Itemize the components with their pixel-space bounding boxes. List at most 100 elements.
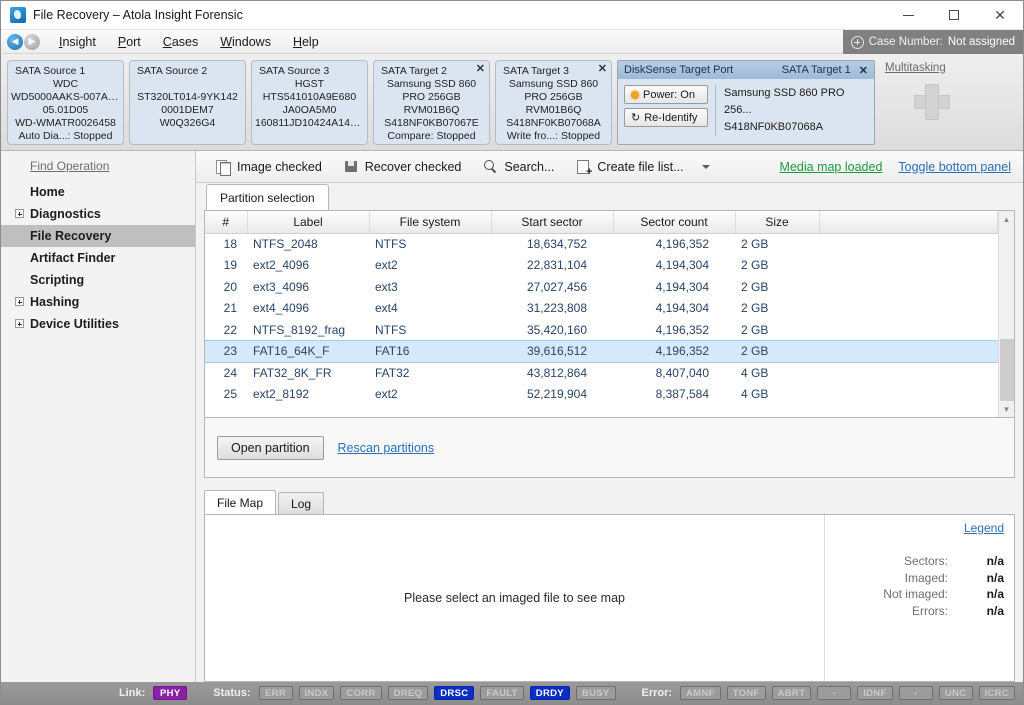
menu-item-help[interactable]: Help: [282, 32, 330, 52]
power-button[interactable]: Power: On: [624, 85, 708, 104]
device-card-sata-source-2[interactable]: SATA Source 2 ST320LT014-9YK142 0001DEM7…: [129, 60, 246, 145]
device-card-sata-source-1[interactable]: SATA Source 1 WDC WD5000AAKS-007AA0 05.0…: [7, 60, 124, 145]
scroll-up-icon[interactable]: ▲: [999, 211, 1015, 227]
search-button[interactable]: Search...: [475, 156, 562, 177]
column-header-file-system[interactable]: File system: [369, 211, 492, 234]
sidebar-item-home[interactable]: Home: [1, 181, 195, 203]
media-map-loaded-link[interactable]: Media map loaded: [780, 160, 883, 174]
device-line: JA0OA5M0: [282, 104, 337, 116]
column-header-size[interactable]: Size: [735, 211, 820, 234]
expand-icon[interactable]: [15, 297, 24, 306]
table-row[interactable]: 19 ext2_4096 ext2 22,831,104 4,194,304 2…: [205, 255, 998, 277]
scrollbar-track[interactable]: [999, 227, 1015, 401]
column-header-num[interactable]: #: [205, 211, 248, 234]
menu-item-port[interactable]: Port: [107, 32, 152, 52]
close-icon[interactable]: ✕: [476, 63, 485, 76]
close-button[interactable]: ✕: [977, 1, 1023, 30]
disksense-target-port-panel[interactable]: DiskSense Target Port SATA Target 1 ✕ Po…: [617, 60, 875, 145]
port-device-serial: S418NF0KB07068A: [724, 121, 824, 133]
error-chip-reserved-1: -: [817, 686, 852, 700]
stat-row: Errors: n/a: [825, 603, 1004, 620]
error-chip-idnf: IDNF: [857, 686, 893, 700]
table-row[interactable]: 25 ext2_8192 ext2 52,219,904 8,387,584 4…: [205, 384, 998, 406]
table-row[interactable]: 20 ext3_4096 ext3 27,027,456 4,194,304 2…: [205, 276, 998, 298]
content-area: Image checked Recover checked Search... …: [196, 151, 1023, 682]
device-card-sata-source-3[interactable]: SATA Source 3 HGST HTS541010A9E680 JA0OA…: [251, 60, 368, 145]
status-bar: Link: PHY Status: ERR INDX CORR DREQ DRS…: [1, 682, 1023, 704]
sidebar: Find Operation Home Diagnostics File Rec…: [1, 151, 196, 682]
cell-file-system: ext2: [375, 387, 398, 402]
sidebar-item-hashing[interactable]: Hashing: [1, 291, 195, 313]
device-line: S418NF0KB07068A: [506, 117, 601, 129]
table-row[interactable]: 24 FAT32_8K_FR FAT32 43,812,864 8,407,04…: [205, 362, 998, 384]
cell-start-sector: 18,634,752: [526, 237, 587, 251]
open-partition-button[interactable]: Open partition: [217, 435, 324, 460]
error-chip-abrt: ABRT: [771, 686, 812, 700]
chevron-down-icon[interactable]: [701, 164, 710, 169]
sidebar-item-artifact-finder[interactable]: Artifact Finder: [1, 247, 195, 269]
status-chip-err: ERR: [258, 686, 293, 700]
minimize-button[interactable]: [885, 1, 931, 30]
column-header-sector-count[interactable]: Sector count: [613, 211, 736, 234]
back-arrow-icon[interactable]: ◀: [7, 33, 23, 50]
tab-file-map[interactable]: File Map: [204, 490, 277, 514]
forward-arrow-icon[interactable]: ▶: [24, 33, 40, 50]
scroll-down-icon[interactable]: ▼: [999, 401, 1015, 417]
legend-link[interactable]: Legend: [825, 521, 1004, 535]
cell-sector-count: 8,387,584: [655, 387, 709, 402]
scrollbar-thumb[interactable]: [999, 339, 1014, 401]
cell-num: 21: [223, 301, 237, 316]
sidebar-item-label: Home: [30, 185, 65, 199]
port-panel-header: DiskSense Target Port SATA Target 1 ✕: [618, 61, 874, 79]
maximize-button[interactable]: [931, 1, 977, 30]
sidebar-item-scripting[interactable]: Scripting: [1, 269, 195, 291]
rescan-partitions-link[interactable]: Rescan partitions: [338, 441, 435, 455]
re-identify-button[interactable]: ↻ Re-Identify: [624, 108, 708, 127]
tab-partition-selection[interactable]: Partition selection: [206, 184, 329, 210]
stat-value: n/a: [986, 570, 1004, 585]
device-card-sata-target-2[interactable]: SATA Target 2 ✕ Samsung SSD 860 PRO 256G…: [373, 60, 490, 145]
plus-circle-icon: [850, 35, 864, 49]
status-label: Status:: [213, 687, 251, 699]
sidebar-item-file-recovery[interactable]: File Recovery: [1, 225, 195, 247]
cell-label: ext3_4096: [253, 279, 310, 294]
sidebar-item-diagnostics[interactable]: Diagnostics: [1, 203, 195, 225]
menu-item-cases[interactable]: Cases: [152, 32, 209, 52]
table-row[interactable]: 18 NTFS_2048 NTFS 18,634,752 4,196,352 2…: [205, 233, 998, 255]
table-row-selected[interactable]: 23 FAT16_64K_F FAT16 39,616,512 4,196,35…: [205, 340, 998, 363]
table-row[interactable]: 21 ext4_4096 ext4 31,223,808 4,194,304 2…: [205, 298, 998, 320]
cell-label: FAT32_8K_FR: [253, 366, 332, 380]
recover-checked-button[interactable]: Recover checked: [336, 156, 470, 177]
sidebar-item-device-utilities[interactable]: Device Utilities: [1, 313, 195, 335]
menu-item-windows[interactable]: Windows: [209, 32, 282, 52]
cell-start-sector: 31,223,808: [526, 301, 587, 316]
expand-icon[interactable]: [15, 209, 24, 218]
device-card-sata-target-3[interactable]: SATA Target 3 ✕ Samsung SSD 860 PRO 256G…: [495, 60, 612, 145]
close-icon[interactable]: ✕: [598, 63, 607, 76]
sidebar-item-label: Scripting: [30, 273, 85, 287]
case-number-widget[interactable]: Case Number: Not assigned: [842, 30, 1023, 54]
image-checked-button[interactable]: Image checked: [208, 156, 330, 177]
device-line: ST320LT014-9YK142: [137, 91, 238, 103]
table-vertical-scrollbar[interactable]: ▲ ▼: [998, 211, 1014, 417]
column-header-label[interactable]: Label: [247, 211, 370, 234]
create-file-list-button[interactable]: Create file list...: [568, 156, 691, 177]
expand-icon[interactable]: [15, 319, 24, 328]
add-task-plus-icon[interactable]: [914, 84, 950, 120]
multitasking-link[interactable]: Multitasking: [885, 62, 946, 74]
minimize-icon: [902, 14, 914, 16]
toggle-bottom-panel-link[interactable]: Toggle bottom panel: [898, 160, 1011, 174]
column-header-start-sector[interactable]: Start sector: [491, 211, 614, 234]
tab-label: File Map: [217, 495, 264, 510]
close-icon[interactable]: ✕: [859, 64, 868, 77]
cell-label: NTFS_8192_frag: [253, 322, 346, 337]
tab-log[interactable]: Log: [278, 492, 325, 514]
cell-size: 2 GB: [741, 258, 769, 273]
device-line: Samsung SSD 860: [386, 78, 477, 90]
table-row[interactable]: 22 NTFS_8192_frag NTFS 35,420,160 4,196,…: [205, 319, 998, 341]
find-operation-link[interactable]: Find Operation: [30, 159, 195, 173]
port-panel-device: SATA Target 1: [781, 64, 851, 76]
menu-item-insight[interactable]: IInsightnsight: [48, 32, 107, 52]
device-line: WDC: [52, 78, 79, 90]
cell-spacer: [819, 298, 998, 320]
